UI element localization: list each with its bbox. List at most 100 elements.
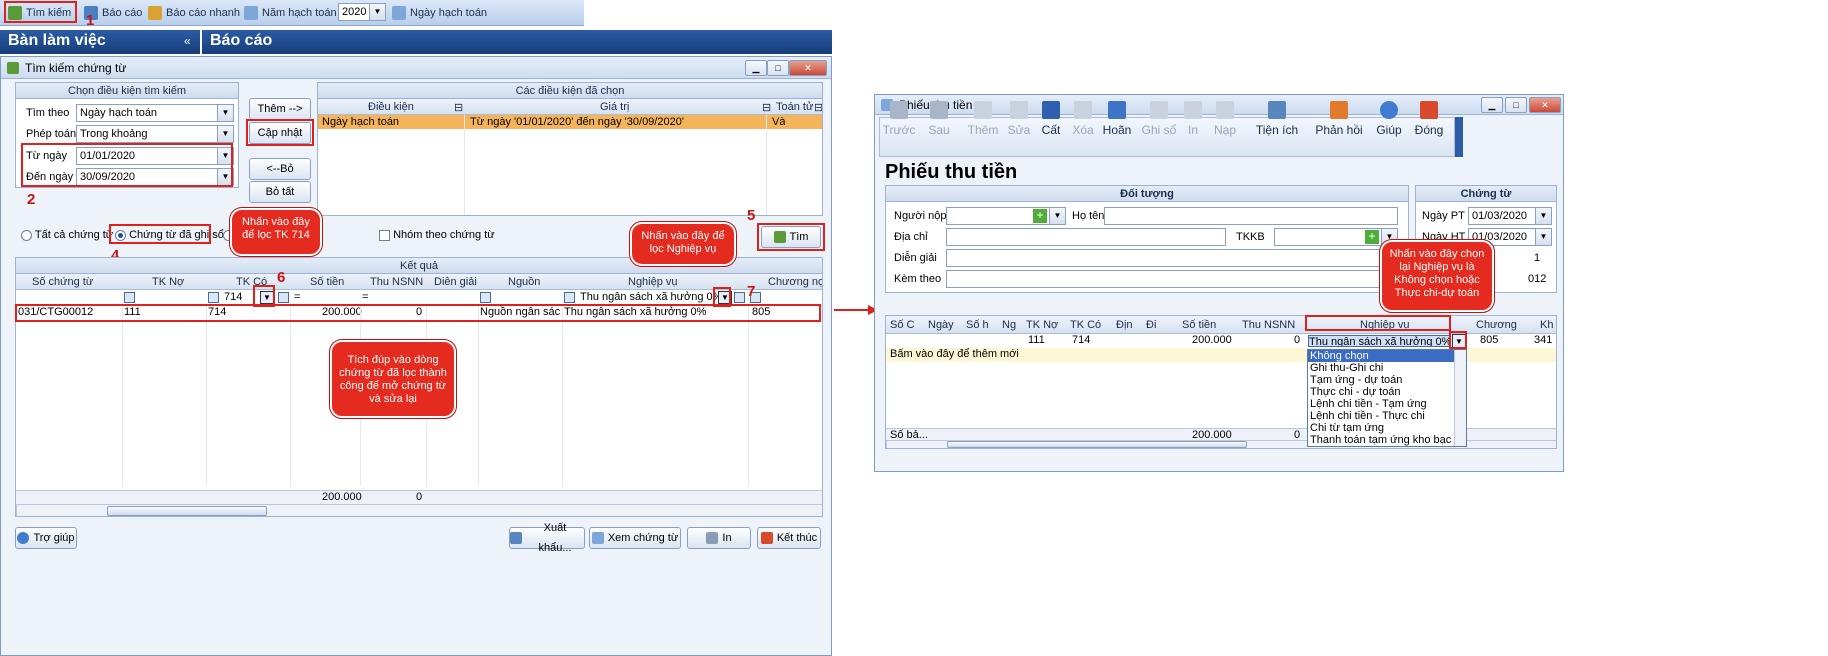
- filter-operator[interactable]: =: [362, 291, 368, 303]
- chevron-down-icon[interactable]: ▼: [260, 291, 274, 304]
- chevron-down-icon[interactable]: ▼: [1535, 208, 1551, 224]
- chevron-down-icon[interactable]: ▼: [1535, 229, 1551, 245]
- add-button[interactable]: Thêm: [963, 99, 1003, 147]
- maximize-button[interactable]: □: [1505, 97, 1527, 113]
- filter-icon[interactable]: [208, 292, 219, 303]
- find-button[interactable]: Tìm: [761, 226, 821, 248]
- col-chuong-no: Chương nợ: [768, 276, 823, 288]
- update-condition-button[interactable]: Cập nhật: [249, 122, 311, 144]
- remove-condition-button[interactable]: <--Bỏ: [249, 158, 311, 180]
- scroll-thumb[interactable]: [947, 441, 1247, 448]
- clear-filter-icon[interactable]: [278, 292, 289, 303]
- feedback-button[interactable]: Phản hồi: [1313, 99, 1365, 147]
- filter-tk-co-input[interactable]: 714: [224, 291, 242, 303]
- step-5: 5: [747, 207, 756, 224]
- pin-icon[interactable]: ⊟: [814, 101, 822, 114]
- help-button[interactable]: Giúp: [1369, 99, 1409, 147]
- filter-nghiep-vu-input[interactable]: Thu ngân sách xã hưởng 0%: [580, 291, 722, 303]
- dropdown-option[interactable]: Chi từ tạm ứng: [1308, 422, 1466, 434]
- chevron-down-icon[interactable]: ▼: [1452, 334, 1466, 348]
- col-gia-tri: Giá trị: [600, 101, 630, 113]
- filter-icon[interactable]: [480, 292, 491, 303]
- export-button[interactable]: Xuất khẩu...: [509, 522, 585, 554]
- next-button[interactable]: Sau: [919, 99, 959, 147]
- minimize-button[interactable]: ▁: [1481, 97, 1503, 113]
- close-button[interactable]: ✕: [789, 60, 827, 76]
- add-condition-button[interactable]: Thêm -->: [249, 98, 311, 120]
- quick-report-button[interactable]: Báo cáo nhanh: [148, 4, 240, 22]
- detail-header-row: Số C Ngày Số h Ng TK Nợ TK Có Địn Đi Số …: [886, 316, 1556, 334]
- load-button[interactable]: Nạp: [1205, 99, 1245, 147]
- address-field[interactable]: [946, 228, 1226, 246]
- search-button[interactable]: Tìm kiếm: [8, 4, 71, 22]
- pin-icon[interactable]: ⊟: [762, 101, 771, 114]
- nghiep-vu-cell[interactable]: Thu ngân sách xã hưởng 0%: [1308, 335, 1450, 347]
- calendar-icon: [392, 6, 406, 20]
- chevron-down-icon[interactable]: ▼: [217, 126, 233, 142]
- chevron-down-icon[interactable]: ▼: [217, 148, 233, 164]
- close-button[interactable]: ✕: [1529, 97, 1561, 113]
- detail-row[interactable]: 111 714 200.000 0 Thu ngân sách xã hưởng…: [886, 334, 1556, 348]
- clear-filter-icon[interactable]: [734, 292, 745, 303]
- attachment-field[interactable]: [946, 270, 1398, 288]
- subject-header: Đối tượng: [886, 186, 1408, 202]
- quick-report-icon: [148, 6, 162, 20]
- minimize-button[interactable]: ▁: [745, 60, 767, 76]
- dropdown-option[interactable]: Lệnh chi tiền - Thực chi: [1308, 410, 1466, 422]
- pin-icon[interactable]: ⊟: [454, 101, 463, 114]
- posting-date-button[interactable]: Ngày hạch toán: [392, 4, 487, 22]
- utilities-button[interactable]: Tiện ích: [1251, 99, 1303, 147]
- payer-field[interactable]: + ▼: [946, 207, 1066, 225]
- chevron-down-icon[interactable]: ▼: [369, 4, 385, 20]
- tkkb-field[interactable]: + ▼: [1274, 228, 1398, 246]
- dropdown-option[interactable]: Thực chi - dự toán: [1308, 386, 1466, 398]
- ribbon-expand-icon[interactable]: [1455, 117, 1463, 157]
- filter-icon[interactable]: [124, 292, 135, 303]
- dropdown-option[interactable]: Tạm ứng - dự toán: [1308, 374, 1466, 386]
- close-window-button[interactable]: Đóng: [1409, 99, 1449, 147]
- view-voucher-button[interactable]: Xem chứng từ: [589, 527, 681, 549]
- save-icon: [1042, 101, 1060, 119]
- dropdown-option[interactable]: Lệnh chi tiền - Tạm ứng: [1308, 398, 1466, 410]
- description-field[interactable]: [946, 249, 1398, 267]
- group-by-checkbox[interactable]: Nhóm theo chứng từ: [379, 229, 495, 241]
- dropdown-option[interactable]: Ghi thu-Ghi chi: [1308, 362, 1466, 374]
- collapse-icon[interactable]: «: [184, 34, 191, 48]
- dropdown-scrollbar[interactable]: [1454, 350, 1466, 446]
- print-button[interactable]: In: [687, 527, 751, 549]
- operator-select[interactable]: Trong khoảng ▼: [76, 125, 234, 143]
- add-icon[interactable]: +: [1365, 230, 1379, 244]
- maximize-button[interactable]: □: [767, 60, 789, 76]
- remove-all-button[interactable]: Bỏ tất: [249, 181, 311, 203]
- payer-label: Người nộp: [894, 210, 947, 222]
- radio-posted[interactable]: Chứng từ đã ghi sổ: [115, 229, 224, 241]
- help-button[interactable]: Trợ giúp: [15, 527, 77, 549]
- from-date-field[interactable]: 01/01/2020 ▼: [76, 147, 234, 165]
- chevron-down-icon[interactable]: ▼: [1049, 208, 1065, 224]
- results-hscroll[interactable]: [16, 504, 822, 516]
- result-row[interactable]: 031/CTG00012 111 714 200.000 0 Nguồn ngâ…: [16, 306, 822, 320]
- exit-button[interactable]: Kết thúc: [757, 527, 821, 549]
- dropdown-option[interactable]: Thanh toán tạm ứng kho bạc: [1308, 434, 1466, 446]
- new-icon: [974, 101, 992, 119]
- delete-icon: [1074, 101, 1092, 119]
- edit-icon: [1010, 101, 1028, 119]
- scroll-thumb[interactable]: [107, 506, 267, 516]
- previous-button[interactable]: Trước: [879, 99, 919, 147]
- search-by-select[interactable]: Ngày hạch toán ▼: [76, 104, 234, 122]
- chevron-down-icon[interactable]: ▼: [718, 291, 732, 304]
- fullname-field[interactable]: [1104, 207, 1398, 225]
- add-icon[interactable]: +: [1033, 209, 1047, 223]
- fiscal-year-select[interactable]: 2020 ▼: [338, 3, 386, 21]
- selected-row[interactable]: Ngày hạch toán Từ ngày '01/01/2020' đến …: [318, 115, 822, 129]
- receipt-date-field[interactable]: 01/03/2020 ▼: [1468, 207, 1552, 225]
- radio-all[interactable]: Tất cả chứng từ: [21, 229, 113, 241]
- chevron-down-icon[interactable]: ▼: [217, 105, 233, 121]
- to-date-field[interactable]: 30/09/2020 ▼: [76, 168, 234, 186]
- filter-operator[interactable]: =: [294, 291, 300, 303]
- undo-button[interactable]: Hoãn: [1097, 99, 1137, 147]
- dropdown-option-khong-chon[interactable]: Không chọn: [1308, 350, 1466, 362]
- filter-icon[interactable]: [564, 292, 575, 303]
- chevron-down-icon[interactable]: ▼: [217, 169, 233, 185]
- filter-row: 714 ▼ = = Thu ngân sách xã hưởng 0% ▼: [16, 290, 822, 306]
